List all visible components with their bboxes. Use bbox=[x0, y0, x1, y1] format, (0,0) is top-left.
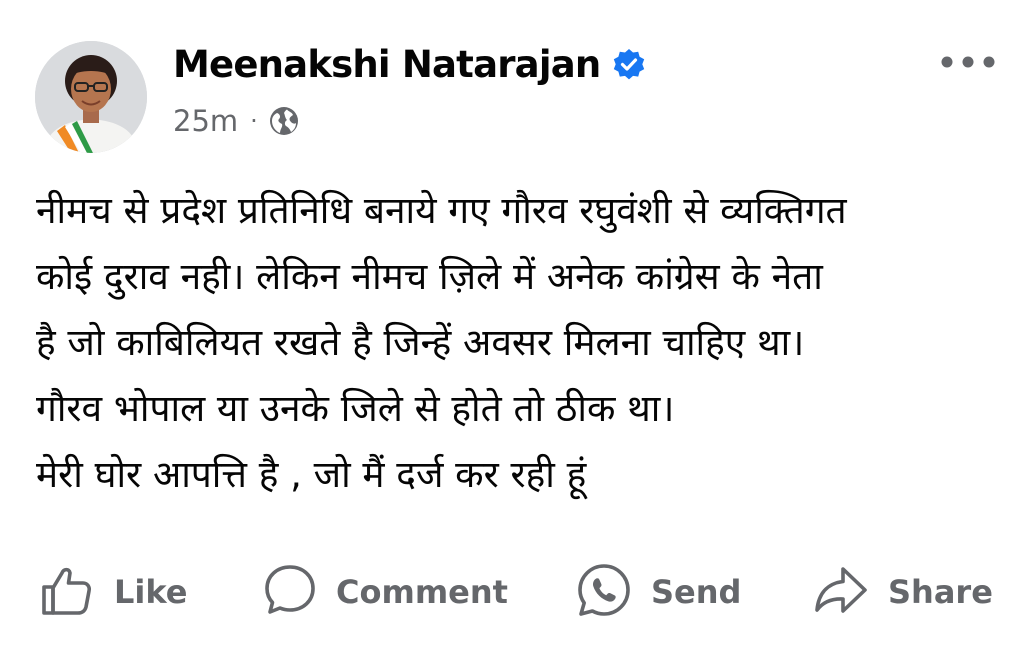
thumbs-up-icon bbox=[38, 561, 96, 623]
post-text-line: मेरी घोर आपत्ति है , जो मैं दर्ज कर रही … bbox=[36, 453, 587, 496]
like-label: Like bbox=[114, 573, 188, 611]
author-name[interactable]: Meenakshi Natarajan bbox=[173, 43, 601, 86]
send-button[interactable]: Send bbox=[575, 560, 741, 624]
comment-bubble-icon bbox=[262, 562, 318, 622]
verified-badge-icon bbox=[612, 48, 646, 82]
like-button[interactable]: Like bbox=[38, 560, 187, 624]
post-meta: 25m · bbox=[173, 104, 300, 138]
share-button[interactable]: Share bbox=[812, 560, 993, 624]
author-avatar[interactable] bbox=[35, 41, 147, 153]
globe-icon[interactable] bbox=[268, 105, 300, 137]
post-text-line: है जो काबिलियत रखते है जिन्हें अवसर मिलन… bbox=[36, 321, 805, 364]
meta-separator: · bbox=[250, 107, 258, 135]
share-arrow-icon bbox=[812, 561, 870, 623]
whatsapp-icon bbox=[575, 561, 633, 623]
post-text-line: नीमच से प्रदेश प्रतिनिधि बनाये गए गौरव र… bbox=[36, 189, 847, 232]
send-label: Send bbox=[651, 573, 742, 611]
share-label: Share bbox=[888, 573, 993, 611]
comment-label: Comment bbox=[336, 573, 508, 611]
post-text-line: कोई दुराव नही। लेकिन नीमच ज़िले में अनेक… bbox=[36, 255, 823, 298]
post-actions-bar: Like Comment Send Share bbox=[0, 560, 1024, 624]
post-text-line: गौरव भोपाल या उनके जिले से होते तो ठीक थ… bbox=[36, 387, 675, 430]
post-body: नीमच से प्रदेश प्रतिनिधि बनाये गए गौरव र… bbox=[36, 178, 996, 508]
more-options-icon[interactable] bbox=[940, 52, 996, 72]
post-timestamp[interactable]: 25m bbox=[173, 104, 238, 138]
facebook-post: Meenakshi Natarajan 25m · नीमच से प्रदेश… bbox=[0, 0, 1024, 651]
comment-button[interactable]: Comment bbox=[262, 560, 508, 624]
post-header: Meenakshi Natarajan bbox=[173, 43, 646, 86]
